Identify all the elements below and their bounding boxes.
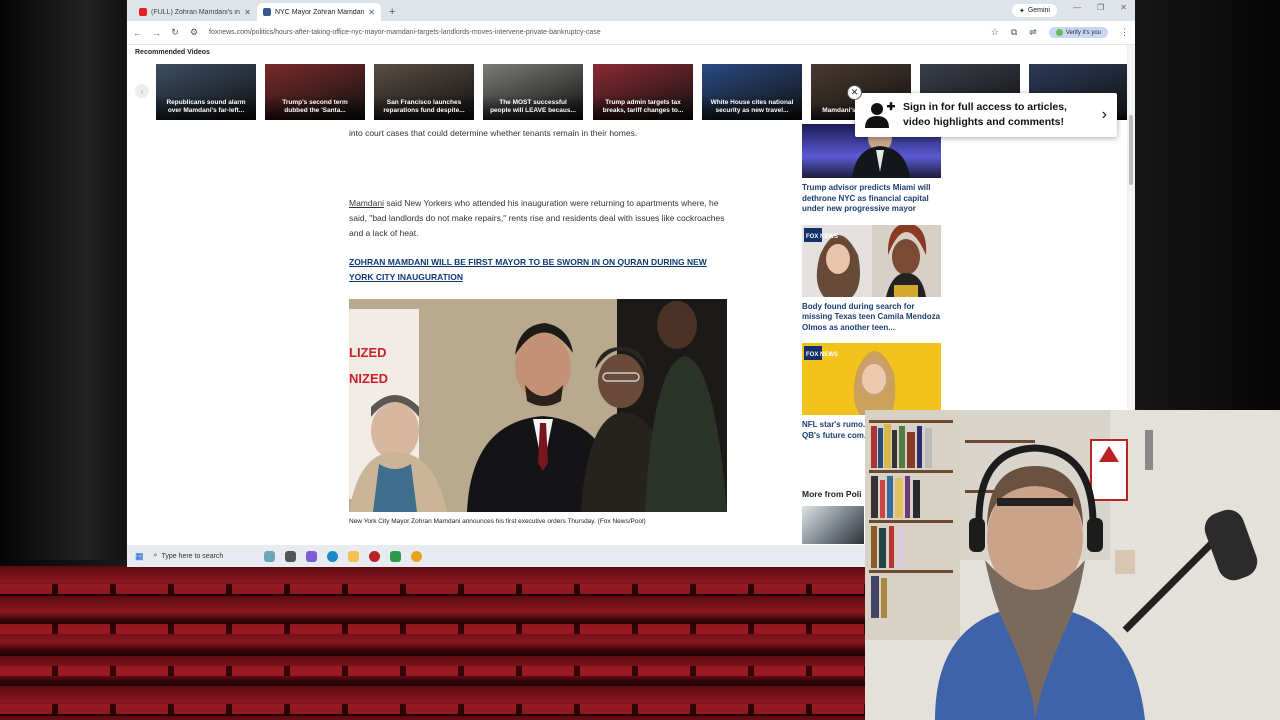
article-body: into court cases that could determine wh…: [349, 124, 729, 525]
widgets-icon[interactable]: [263, 550, 275, 562]
tab-youtube[interactable]: (FULL) Zohran Mamdani's inaugu... ✕: [133, 3, 257, 21]
window-controls: — ❐ ✕: [1073, 3, 1127, 12]
article-paragraph: into court cases that could determine wh…: [349, 128, 638, 138]
video-caption: Trump admin targets tax breaks, tariff c…: [593, 95, 693, 120]
edge-icon[interactable]: [326, 550, 338, 562]
video-caption: San Francisco launches reparations fund …: [374, 95, 474, 120]
signin-line: video highlights and comments!: [903, 116, 1065, 128]
gemini-button[interactable]: ✦ Gemini: [1011, 4, 1057, 17]
gemini-label: Gemini: [1027, 7, 1050, 14]
recommended-video-thumbnail[interactable]: Republicans sound alarm over Mamdani's f…: [156, 64, 256, 120]
story-thumbnail[interactable]: FOX NEWS: [802, 343, 941, 415]
recommended-video-thumbnail[interactable]: San Francisco launches reparations fund …: [374, 64, 474, 120]
recommended-video-thumbnail[interactable]: White House cites national security as n…: [702, 64, 802, 120]
taskbar-search[interactable]: ⌕ Type here to search: [154, 548, 254, 564]
tab-title: NYC Mayor Zohran Mamdani t...: [275, 8, 365, 16]
related-headline-link[interactable]: ZOHRAN MAMDANI WILL BE FIRST MAYOR TO BE…: [349, 255, 729, 285]
sparkle-icon: ✦: [1018, 7, 1025, 15]
video-caption: Trump's second term dubbed the 'Santa...: [265, 95, 365, 120]
signin-popup[interactable]: ✕ Sign in for full access to articles, v…: [847, 85, 1117, 137]
windows-taskbar: ▦ ⌕ Type here to search: [127, 545, 865, 567]
reload-icon[interactable]: ↻: [171, 27, 179, 38]
toolbar-actions: ☆ ⧉ ⇌ Verify it's you ⋮: [991, 27, 1129, 38]
signin-line: Sign in for full access to articles,: [903, 101, 1067, 113]
article-photo: LIZED NIZED: [349, 299, 727, 512]
story-thumbnail[interactable]: FOX NEWS: [802, 224, 941, 297]
rail-story[interactable]: Trump advisor predicts Miami will dethro…: [802, 124, 942, 215]
tab-title: (FULL) Zohran Mamdani's inaugu...: [151, 8, 240, 16]
theater-seats: [0, 566, 865, 720]
new-tab-button[interactable]: +: [381, 6, 403, 21]
avatar: [1055, 29, 1063, 36]
recommended-video-thumbnail[interactable]: The MOST successful people will LEAVE be…: [483, 64, 583, 120]
scrollbar-thumb[interactable]: [1129, 115, 1133, 185]
signin-message: Sign in for full access to articles, vid…: [903, 100, 1094, 130]
close-window-icon[interactable]: ✕: [1120, 3, 1127, 12]
chrome-icon[interactable]: [410, 550, 422, 562]
theater-curtain-right: [1135, 0, 1280, 410]
rail-story[interactable]: FOX NEWS Body found during search for mi…: [802, 224, 942, 334]
tab-foxnews[interactable]: NYC Mayor Zohran Mamdani t... ✕: [257, 3, 381, 21]
url-field[interactable]: foxnews.com/politics/hours-after-taking-…: [209, 29, 980, 36]
recommended-videos-title: Recommended Videos: [135, 49, 210, 56]
fox-badge-text: FOX NEWS: [806, 352, 838, 358]
extensions-icon[interactable]: ⧉: [1011, 27, 1017, 38]
forward-icon[interactable]: →: [152, 28, 161, 38]
video-caption: The MOST successful people will LEAVE be…: [483, 95, 583, 120]
recommended-video-thumbnail[interactable]: Trump's second term dubbed the 'Santa...: [265, 64, 365, 120]
more-from-heading: More from Poli: [802, 489, 862, 499]
tab-bar: (FULL) Zohran Mamdani's inaugu... ✕ NYC …: [127, 0, 1135, 21]
fox-badge-text: FOX NEWS: [806, 234, 838, 240]
sign-text: LIZED: [349, 345, 387, 360]
sign-text: NIZED: [349, 371, 388, 386]
app-icon[interactable]: [389, 550, 401, 562]
obs-icon[interactable]: [368, 550, 380, 562]
video-caption: White House cites national security as n…: [702, 95, 802, 120]
photo-caption: New York City Mayor Zohran Mamdani annou…: [349, 518, 646, 525]
article-paragraph: Mamdani said New Yorkers who attended hi…: [349, 196, 729, 241]
bookmark-star-icon[interactable]: ☆: [991, 27, 999, 38]
verify-label: Verify it's you: [1065, 29, 1101, 36]
task-view-icon[interactable]: [284, 550, 296, 562]
mamdani-link[interactable]: Mamdani: [349, 198, 384, 208]
close-tab-icon[interactable]: ✕: [368, 8, 375, 17]
right-rail: Trump advisor predicts Miami will dethro…: [802, 124, 942, 451]
windows-start-icon[interactable]: ▦: [135, 551, 144, 562]
more-from-thumbnail[interactable]: [802, 506, 864, 544]
chevron-right-icon[interactable]: ›: [1102, 106, 1107, 124]
tab-search-icon[interactable]: ⇌: [1029, 27, 1037, 38]
foxnews-icon: [263, 8, 271, 16]
press-conference-image: LIZED NIZED: [349, 299, 727, 512]
back-icon[interactable]: ←: [133, 28, 142, 38]
carousel-prev-icon[interactable]: ‹: [135, 84, 149, 98]
minimize-icon[interactable]: —: [1073, 3, 1081, 12]
recommended-video-thumbnail[interactable]: Trump admin targets tax breaks, tariff c…: [593, 64, 693, 120]
menu-kebab-icon[interactable]: ⋮: [1120, 27, 1129, 38]
theater-curtain-left: [0, 0, 126, 560]
search-icon: ⌕: [153, 552, 158, 559]
profile-verify-button[interactable]: Verify it's you: [1048, 27, 1108, 38]
close-popup-icon[interactable]: ✕: [847, 85, 862, 100]
close-tab-icon[interactable]: ✕: [244, 8, 251, 17]
story-title[interactable]: Trump advisor predicts Miami will dethro…: [802, 183, 942, 215]
youtube-icon: [139, 8, 147, 16]
copilot-icon[interactable]: [305, 550, 317, 562]
address-bar: ← → ↻ ⚙ foxnews.com/politics/hours-after…: [127, 21, 1135, 45]
search-placeholder: Type here to search: [161, 552, 224, 560]
story-title[interactable]: Body found during search for missing Tex…: [802, 302, 942, 334]
article-text: said New Yorkers who attended his inaugu…: [349, 198, 725, 238]
video-caption: Republicans sound alarm over Mamdani's f…: [156, 95, 256, 120]
add-user-icon: [865, 102, 895, 128]
restore-icon[interactable]: ❐: [1097, 3, 1104, 12]
webcam-overlay: [865, 410, 1280, 720]
site-info-icon[interactable]: ⚙: [190, 27, 198, 38]
file-explorer-icon[interactable]: [347, 550, 359, 562]
